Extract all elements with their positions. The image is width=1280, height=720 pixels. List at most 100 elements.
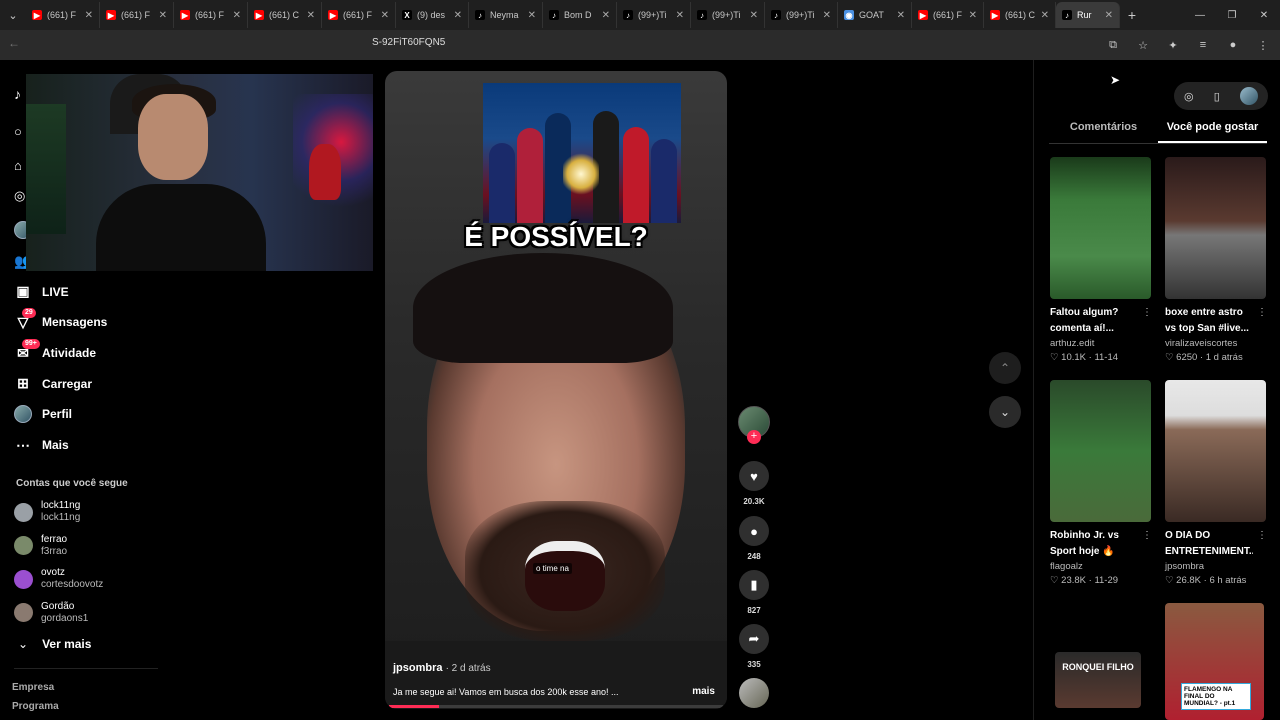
card-thumbnail[interactable] [1165, 157, 1266, 299]
recommended-card[interactable]: RONQUEI FILHO [1055, 652, 1157, 708]
more-options-icon[interactable]: ⋮ [1257, 530, 1267, 541]
card-thumbnail[interactable] [1165, 380, 1266, 522]
reading-list-icon[interactable]: ≡ [1192, 34, 1214, 56]
nav-item-live[interactable]: ▣ LIVE [14, 276, 107, 307]
close-tab-icon[interactable]: ✕ [823, 10, 831, 21]
recommended-card[interactable]: boxe entre astro vs top San #live... ⋮ vira… [1165, 157, 1267, 365]
more-options-icon[interactable]: ⋮ [1257, 307, 1267, 318]
browser-tab[interactable]: ♪ (99+)Ti ✕ [691, 2, 765, 28]
tab-search-chevron-icon[interactable]: ⌄ [0, 0, 26, 30]
nav-item-mais[interactable]: ⋯ Mais [14, 430, 107, 461]
following-account[interactable]: ovotz cortesdoovotz [14, 567, 103, 591]
next-video-chevron-down-icon[interactable]: ⌄ [989, 396, 1021, 428]
recommended-card[interactable]: Robinho Jr. vs Sport hoje 🔥 ⋮ flagoalz ♡ 23.… [1050, 380, 1152, 588]
search-icon[interactable]: ○ [14, 124, 22, 139]
footer-link-programa[interactable]: Programa [12, 701, 59, 712]
recommended-card[interactable]: FLAMENGO NA FINAL DO MUNDIAL? - pt.1 [1165, 603, 1267, 720]
phone-icon[interactable]: ▯ [1214, 90, 1220, 103]
recommended-card[interactable]: O DIA DO ENTRETENIMENT... ⋮ jpsombra ♡ 26.8K… [1165, 380, 1267, 588]
tiktok-logo-icon[interactable]: ♪ [14, 86, 21, 102]
card-author[interactable]: viralizaveiscortes [1165, 337, 1267, 351]
browser-tab[interactable]: ♪ Rur ✕ [1056, 2, 1120, 28]
explore-icon[interactable]: ◎ [14, 188, 25, 204]
close-tab-icon[interactable]: ✕ [969, 10, 977, 21]
author-follow[interactable]: + [736, 406, 772, 444]
like-action[interactable]: ♥ 20.3K [736, 461, 772, 506]
comment-action[interactable]: ● 248 [736, 516, 772, 561]
card-thumbnail[interactable] [1050, 157, 1151, 299]
nav-item-mensagens[interactable]: ▽ 29 Mensagens [14, 307, 107, 338]
home-icon[interactable]: ⌂ [14, 158, 22, 173]
share-icon[interactable]: ➦ [739, 624, 769, 654]
nav-item-carregar[interactable]: ⊞ Carregar [14, 368, 107, 399]
browser-tab[interactable]: ♪ Neyma ✕ [469, 2, 543, 28]
close-tab-icon[interactable]: ✕ [85, 10, 93, 21]
following-account[interactable]: Gordão gordaons1 [14, 601, 88, 625]
browser-tab[interactable]: ♪ (99+)Ti ✕ [765, 2, 838, 28]
user-avatar[interactable] [1239, 87, 1258, 105]
profile-icon[interactable]: ● [1222, 34, 1244, 56]
close-tab-icon[interactable]: ✕ [528, 10, 536, 21]
close-tab-icon[interactable]: ✕ [1105, 10, 1113, 21]
close-tab-icon[interactable]: ✕ [381, 10, 389, 21]
close-window-icon[interactable]: ✕ [1248, 0, 1280, 30]
music-disc[interactable] [736, 678, 772, 708]
following-account[interactable]: lock11ng lock11ng [14, 500, 80, 524]
bookmark-star-icon[interactable]: ☆ [1132, 34, 1154, 56]
browser-menu-icon[interactable]: ⋮ [1252, 34, 1274, 56]
url-text[interactable]: S-92FiT60FQN5 [372, 37, 445, 48]
comment-icon[interactable]: ● [739, 516, 769, 546]
new-tab-button[interactable]: + [1120, 7, 1144, 23]
panel-tab-you-may-like[interactable]: Você pode gostar [1158, 120, 1267, 143]
video-author[interactable]: jpsombra · 2 d atrás [393, 662, 491, 674]
extensions-icon[interactable]: ✦ [1162, 34, 1184, 56]
close-tab-icon[interactable]: ✕ [454, 10, 462, 21]
following-account[interactable]: ferrao f3rrao [14, 534, 67, 558]
music-disc-icon[interactable] [739, 678, 769, 708]
close-tab-icon[interactable]: ✕ [159, 10, 167, 21]
heart-icon[interactable]: ♥ [739, 461, 769, 491]
card-author[interactable]: jpsombra [1165, 560, 1267, 574]
video-progress-bar[interactable] [389, 705, 723, 708]
bookmark-icon[interactable]: ▮ [739, 570, 769, 600]
cast-icon[interactable]: ⧉ [1102, 34, 1124, 56]
close-tab-icon[interactable]: ✕ [676, 10, 684, 21]
recommended-card[interactable]: Faltou algum? comenta aí!... ⋮ arthuz.edit ♡… [1050, 157, 1152, 365]
see-more-button[interactable]: ⌄ Ver mais [18, 637, 91, 651]
follow-plus-icon[interactable]: + [747, 430, 761, 444]
close-tab-icon[interactable]: ✕ [1041, 10, 1049, 21]
browser-tab[interactable]: ▶ (661) F ✕ [912, 2, 984, 28]
browser-tab[interactable]: ◉ GOAT ✕ [838, 2, 912, 28]
close-tab-icon[interactable]: ✕ [233, 10, 241, 21]
card-author[interactable]: arthuz.edit [1050, 337, 1152, 351]
footer-link-empresa[interactable]: Empresa [12, 682, 54, 693]
browser-tab[interactable]: ♪ Bom D ✕ [543, 2, 617, 28]
save-action[interactable]: ▮ 827 [736, 570, 772, 615]
panel-tab-comments[interactable]: Comentários [1049, 120, 1158, 143]
previous-video-chevron-up-icon[interactable]: ⌃ [989, 352, 1021, 384]
back-icon[interactable]: ← [8, 36, 20, 50]
nav-item-perfil[interactable]: Perfil [14, 399, 107, 430]
card-author[interactable]: flagoalz [1050, 560, 1152, 574]
close-tab-icon[interactable]: ✕ [307, 10, 315, 21]
browser-tab[interactable]: ▶ (661) C ✕ [984, 2, 1056, 28]
compass-icon[interactable]: ◎ [1184, 90, 1194, 103]
minimize-icon[interactable]: — [1184, 0, 1216, 30]
restore-icon[interactable]: ❐ [1216, 0, 1248, 30]
share-action[interactable]: ➦ 335 [736, 624, 772, 669]
more-options-icon[interactable]: ⋮ [1142, 530, 1152, 541]
description-more-button[interactable]: mais [692, 686, 715, 697]
browser-tab[interactable]: ▶ (661) F ✕ [100, 2, 174, 28]
browser-tab[interactable]: ▶ (661) F ✕ [322, 2, 396, 28]
browser-tab[interactable]: X (9) des ✕ [396, 2, 469, 28]
card-thumbnail[interactable] [1050, 380, 1151, 522]
close-tab-icon[interactable]: ✕ [602, 10, 610, 21]
browser-tab[interactable]: ♪ (99+)Ti ✕ [617, 2, 691, 28]
browser-tab[interactable]: ▶ (661) F ✕ [26, 2, 100, 28]
browser-tab[interactable]: ▶ (661) C ✕ [248, 2, 322, 28]
browser-tab[interactable]: ▶ (661) F ✕ [174, 2, 248, 28]
close-tab-icon[interactable]: ✕ [897, 10, 905, 21]
video-player[interactable]: É POSSÍVEL? o time na jpsombra · 2 d atr… [385, 71, 727, 709]
nav-item-atividade[interactable]: ✉ 99+ Atividade [14, 338, 107, 369]
close-tab-icon[interactable]: ✕ [750, 10, 758, 21]
